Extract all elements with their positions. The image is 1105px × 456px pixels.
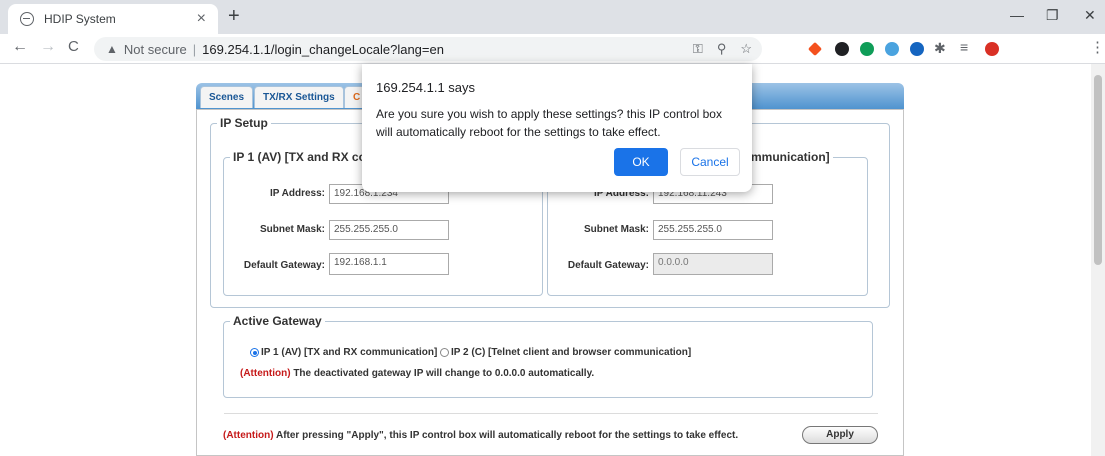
reload-icon[interactable]: C (68, 39, 79, 54)
address-bar[interactable]: ▲ Not secure | 169.254.1.1/login_changeL… (94, 37, 762, 61)
ip1-subnet-input[interactable]: 255.255.255.0 (329, 220, 449, 240)
gateway-attention-text: The deactivated gateway IP will change t… (293, 368, 595, 379)
radio-unselected-icon[interactable] (440, 348, 449, 357)
ok-button[interactable]: OK (614, 148, 668, 176)
ip2-gateway-label: Default Gateway: (567, 260, 649, 271)
bookmark-star-icon[interactable]: ☆ (740, 41, 752, 57)
grammarly-icon[interactable] (860, 42, 874, 56)
forward-icon[interactable]: → (40, 39, 56, 55)
gateway-ip2-radio[interactable]: IP 2 (C) [Telnet client and browser comm… (440, 347, 691, 358)
cancel-button[interactable]: Cancel (680, 148, 740, 176)
tab-close-icon[interactable]: × (197, 11, 206, 27)
attention-tag: (Attention) (223, 430, 274, 441)
window-close-icon[interactable]: ✕ (1084, 7, 1096, 24)
minimize-icon[interactable]: — (1010, 7, 1024, 23)
extension-icon-black[interactable] (835, 42, 849, 56)
extensions-puzzle-icon[interactable]: ✱ (934, 41, 946, 55)
profile-extension-icon[interactable] (985, 42, 999, 56)
gateway-ip1-radio[interactable]: IP 1 (AV) [TX and RX communication] (250, 347, 437, 358)
ip2-subnet-input[interactable]: 255.255.255.0 (653, 220, 773, 240)
ip1-subnet-label: Subnet Mask: (259, 224, 325, 235)
active-gateway-legend: Active Gateway (233, 314, 322, 328)
footer-attention-text: After pressing "Apply", this IP control … (275, 430, 739, 441)
dialog-title: 169.254.1.1 says (376, 80, 476, 95)
gateway-ip1-label[interactable]: IP 1 (AV) [TX and RX communication] (261, 347, 437, 358)
ip1-legend: IP 1 (AV) [TX and RX com (233, 150, 377, 164)
tab-txrx-settings[interactable]: TX/RX Settings (254, 86, 344, 108)
new-tab-icon[interactable]: + (228, 6, 240, 26)
ip1-address-label: IP Address: (269, 188, 325, 199)
zoom-icon[interactable]: ⚲ (717, 41, 727, 57)
ip1-gateway-label: Default Gateway: (243, 260, 325, 271)
browser-tab-bar: HDIP System × + — ❐ ✕ (0, 0, 1105, 34)
extension-icon-navy[interactable] (910, 42, 924, 56)
chrome-menu-icon[interactable]: ⋮ (1090, 40, 1105, 55)
url-text[interactable]: 169.254.1.1/login_changeLocale?lang=en (202, 42, 444, 57)
apply-button[interactable]: Apply (802, 426, 878, 444)
dialog-message: Are you sure you wish to apply these set… (376, 107, 722, 139)
scrollbar-thumb[interactable] (1094, 75, 1102, 265)
attention-tag: (Attention) (240, 368, 291, 379)
ip1-gateway-input[interactable]: 192.168.1.1 (329, 253, 449, 275)
tab-scenes[interactable]: Scenes (200, 86, 254, 108)
ip2-gateway-input: 0.0.0.0 (653, 253, 773, 275)
key-icon[interactable]: ⚿ (693, 41, 703, 57)
extension-icon-orange[interactable] (807, 41, 823, 57)
restore-icon[interactable]: ❐ (1046, 7, 1059, 24)
confirm-dialog: 169.254.1.1 says Are you sure you wish t… (362, 64, 752, 192)
url-separator: | (192, 41, 197, 57)
ip2-subnet-label: Subnet Mask: (583, 224, 649, 235)
extension-icon-blue[interactable] (885, 42, 899, 56)
globe-icon (20, 12, 34, 26)
browser-toolbar: ← → C ▲ Not secure | 169.254.1.1/login_c… (0, 34, 1105, 64)
divider (224, 413, 878, 414)
security-label[interactable]: Not secure (124, 42, 187, 57)
radio-selected-icon[interactable] (250, 348, 259, 357)
gateway-ip2-label[interactable]: IP 2 (C) [Telnet client and browser comm… (451, 347, 691, 358)
footer-attention-note: (Attention) After pressing "Apply", this… (223, 430, 738, 441)
tab-title: HDIP System (44, 12, 116, 26)
back-icon[interactable]: ← (12, 39, 28, 55)
media-playlist-icon[interactable]: ≡ (960, 40, 968, 54)
warning-icon[interactable]: ▲ (106, 42, 118, 56)
ip-setup-legend: IP Setup (220, 116, 268, 130)
ip2-legend: mmunication] (751, 150, 830, 164)
gateway-attention-note: (Attention) The deactivated gateway IP w… (240, 368, 594, 379)
browser-tab[interactable]: HDIP System × (8, 4, 218, 34)
